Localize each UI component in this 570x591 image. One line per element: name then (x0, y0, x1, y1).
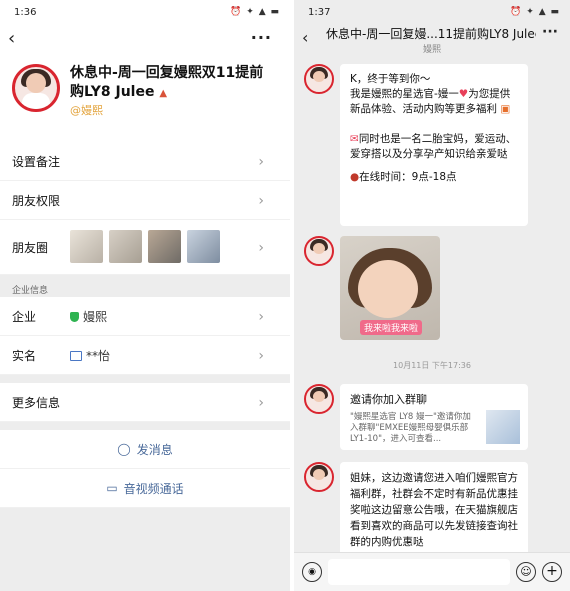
chat-title: 休息中-周一回复嫚...11提前购LY8 Julee (326, 27, 536, 41)
message-line: ●在线时间：9点-18点 (350, 171, 457, 183)
realname-label: 实名 (12, 348, 37, 363)
chat-subtitle: 嫚熙 (422, 45, 441, 55)
more-options-button[interactable]: ··· (542, 24, 558, 40)
contact-corp: @嫚熙 (70, 104, 103, 117)
love-letter-icon: ✉ (350, 133, 359, 145)
group-invite-card[interactable]: 邀请你加入群聊 "嫚熙星选官 LY8 嫚一"邀请你加入群聊"EMXEE嫚熙母婴俱… (340, 384, 528, 450)
message-line: 我是嫚熙的星选官-嫚一♥为您提供新品体验、活动内购等更多福利 ▣ (350, 88, 511, 115)
video-call-label: 音视频通话 (123, 481, 184, 496)
flag-icon: ▲ (159, 88, 168, 99)
message-line: K，终于等到你～ (350, 73, 431, 85)
realname-text: **怡 (86, 349, 111, 363)
company-section-header: 企业信息 (0, 275, 290, 297)
moments-row[interactable]: 朋友圈 › (0, 220, 290, 275)
video-camera-icon: ▭ (106, 481, 118, 495)
sticker-caption: 我来啦我来啦 (360, 320, 423, 335)
company-value: 嫚熙 (70, 308, 107, 325)
avatar[interactable] (304, 384, 334, 414)
avatar[interactable] (12, 64, 60, 112)
chat-input-bar: ◉ ☺ + (294, 552, 570, 591)
send-message-button[interactable]: ◯ 发消息 (0, 430, 290, 469)
invite-title: 邀请你加入群聊 (350, 393, 427, 406)
chat-bubble-icon: ◯ (117, 442, 131, 456)
avatar[interactable] (304, 462, 334, 492)
back-icon[interactable]: ‹ (8, 30, 26, 48)
status-icons: ⏰ ✦ ▲ ▬ (230, 7, 280, 17)
chevron-right-icon: › (258, 240, 264, 256)
message-bubble[interactable]: 姐妹，这边邀请您进入咱们嫚熙官方福利群，社群会不定时有新品优惠挂奖啦这边留意公告… (340, 462, 528, 552)
heart-icon: ♥ (458, 88, 469, 100)
company-name: 嫚熙 (83, 310, 108, 324)
contact-profile-pane: 1:36 ⏰ ✦ ▲ ▬ ‹ ··· 休息中-周一回复嫚熙双11提前购LY8 J… (0, 0, 290, 591)
voice-input-icon[interactable]: ◉ (302, 562, 322, 582)
moments-thumbnails (70, 230, 220, 263)
moments-thumbnail (70, 230, 103, 263)
message-bubble[interactable]: K，终于等到你～ 我是嫚熙的星选官-嫚一♥为您提供新品体验、活动内购等更多福利 … (340, 64, 528, 226)
group-avatar (486, 410, 520, 444)
id-card-icon (70, 350, 82, 361)
verified-shield-icon (70, 311, 79, 322)
moments-thumbnail (187, 230, 220, 263)
gift-icon: ▣ (497, 103, 511, 115)
status-time: 1:37 (308, 6, 331, 18)
avatar[interactable] (304, 64, 334, 94)
moments-label: 朋友圈 (12, 240, 49, 255)
profile-header: 1:36 ⏰ ✦ ▲ ▬ ‹ ··· 休息中-周一回复嫚熙双11提前购LY8 J… (0, 0, 290, 142)
status-icons: ⏰ ✦ ▲ ▬ (510, 7, 560, 17)
chevron-right-icon: › (258, 193, 264, 209)
chevron-right-icon: › (258, 154, 264, 170)
plus-icon[interactable]: + (542, 562, 562, 582)
friend-permissions-label: 朋友权限 (12, 193, 61, 208)
sticker-image[interactable]: 我来啦我来啦 (340, 236, 440, 340)
message-list[interactable]: K，终于等到你～ 我是嫚熙的星选官-嫚一♥为您提供新品体验、活动内购等更多福利 … (294, 58, 570, 552)
moments-thumbnail (148, 230, 181, 263)
company-label: 企业 (12, 309, 37, 324)
more-info-row[interactable]: 更多信息 › (0, 383, 290, 422)
set-remark-row[interactable]: 设置备注 › (0, 142, 290, 181)
chat-pane: 1:37 ⏰ ✦ ▲ ▬ ‹ 休息中-周一回复嫚...11提前购LY8 Jule… (294, 0, 570, 591)
status-bar: 1:37 ⏰ ✦ ▲ ▬ (294, 0, 570, 24)
status-time: 1:36 (14, 6, 37, 18)
moments-thumbnail (109, 230, 142, 263)
friend-permissions-row[interactable]: 朋友权限 › (0, 181, 290, 220)
contact-name: 休息中-周一回复嫚熙双11提前购LY8 Julee ▲ (70, 64, 275, 103)
message-line: ✉同时也是一名二胎宝妈，爱运动、爱穿搭以及分享孕产知识给亲爱哒 (350, 133, 517, 160)
avatar[interactable] (304, 236, 334, 266)
apple-icon: ● (350, 171, 360, 183)
video-call-button[interactable]: ▭ 音视频通话 (0, 469, 290, 508)
send-message-label: 发消息 (136, 442, 173, 457)
spacer (0, 375, 290, 383)
realname-row[interactable]: 实名 **怡 › (0, 336, 290, 375)
message-input[interactable] (328, 559, 510, 585)
set-remark-label: 设置备注 (12, 154, 61, 169)
realname-value: **怡 (70, 347, 110, 364)
status-bar: 1:36 ⏰ ✦ ▲ ▬ (0, 0, 290, 24)
message-timestamp: 10月11日 下午17:36 (393, 361, 471, 370)
spacer (0, 422, 290, 430)
more-options-button[interactable]: ··· (251, 28, 272, 47)
chevron-right-icon: › (258, 309, 264, 325)
invite-description: "嫚熙星选官 LY8 嫚一"邀请你加入群聊"EMXEE嫚熙母婴俱乐部LY1-10… (350, 412, 471, 444)
emoji-icon[interactable]: ☺ (516, 562, 536, 582)
nav-bar: ‹ ··· (0, 24, 290, 58)
company-row[interactable]: 企业 嫚熙 › (0, 297, 290, 336)
chat-header: 1:37 ⏰ ✦ ▲ ▬ ‹ 休息中-周一回复嫚...11提前购LY8 Jule… (294, 0, 570, 55)
more-info-label: 更多信息 (12, 395, 61, 410)
contact-profile: 休息中-周一回复嫚熙双11提前购LY8 Julee ▲ @嫚熙 (0, 58, 290, 142)
chevron-right-icon: › (258, 395, 264, 411)
chevron-right-icon: › (258, 348, 264, 364)
